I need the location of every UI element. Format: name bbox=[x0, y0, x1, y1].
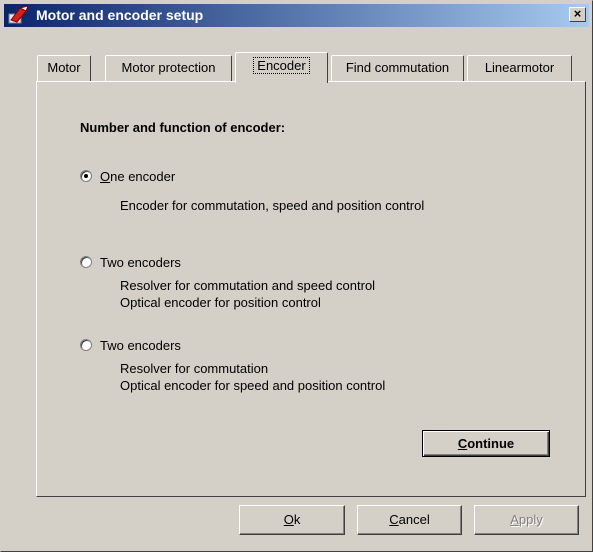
ok-button[interactable]: Ok bbox=[239, 505, 345, 535]
radio-label: Two encoders bbox=[100, 338, 181, 353]
radio-label: One encoder bbox=[100, 169, 176, 184]
tab-find-commutation[interactable]: Find commutation bbox=[331, 55, 464, 81]
description-line: Encoder for commutation, speed and posit… bbox=[120, 198, 425, 213]
cancel-button[interactable]: Cancel bbox=[357, 505, 462, 535]
description-line: Optical encoder for speed and position c… bbox=[120, 378, 386, 393]
description-line: Resolver for commutation bbox=[120, 361, 269, 376]
option-description: Encoder for commutation, speed and posit… bbox=[120, 197, 424, 214]
apply-button[interactable]: Apply bbox=[474, 505, 579, 535]
tab-motor[interactable]: Motor bbox=[37, 55, 91, 81]
continue-button[interactable]: Continue bbox=[422, 430, 550, 457]
radio-selected-dot bbox=[84, 174, 88, 178]
title-bar[interactable]: Motor and encoder setup × bbox=[4, 4, 589, 27]
radio-button[interactable] bbox=[80, 339, 92, 351]
option-description: Resolver for commutation Optical encoder… bbox=[120, 360, 385, 394]
radio-button[interactable] bbox=[80, 170, 92, 182]
section-heading: Number and function of encoder: bbox=[80, 120, 286, 135]
radio-label: Two encoders bbox=[100, 255, 181, 270]
tab-linearmotor[interactable]: Linearmotor bbox=[467, 55, 572, 81]
window-title: Motor and encoder setup bbox=[36, 7, 204, 23]
tab-label: Find commutation bbox=[345, 60, 450, 75]
tab-label: Motor bbox=[47, 60, 81, 75]
option-description: Resolver for commutation and speed contr… bbox=[120, 277, 375, 311]
description-line: Optical encoder for position control bbox=[120, 295, 321, 310]
encoder-tab-panel: Number and function of encoder: One enco… bbox=[36, 81, 586, 497]
tab-label: Linearmotor bbox=[484, 60, 555, 75]
tab-label: Encoder bbox=[253, 57, 310, 74]
dialog-window: Motor and encoder setup × Motor Motor pr… bbox=[0, 0, 593, 552]
radio-button[interactable] bbox=[80, 256, 92, 268]
close-icon: × bbox=[573, 6, 582, 21]
tab-label: Motor protection bbox=[121, 60, 216, 75]
description-line: Resolver for commutation and speed contr… bbox=[120, 278, 376, 293]
close-button[interactable]: × bbox=[569, 7, 586, 22]
tab-motor-protection[interactable]: Motor protection bbox=[105, 55, 232, 81]
tab-encoder[interactable]: Encoder bbox=[235, 52, 328, 83]
motor-app-icon bbox=[8, 5, 30, 25]
